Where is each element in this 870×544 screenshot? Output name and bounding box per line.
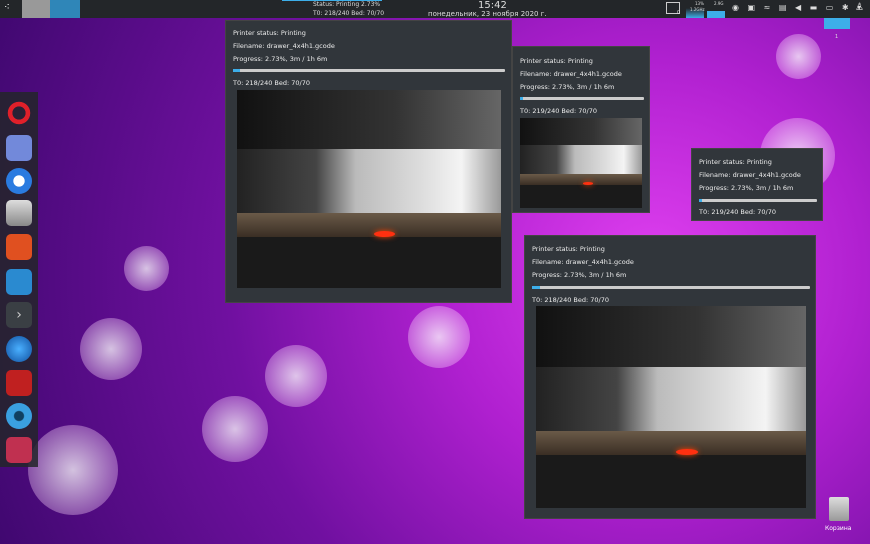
webcam-image bbox=[237, 90, 501, 288]
status-line2: T0: 218/240 Bed: 70/70 bbox=[313, 10, 385, 17]
file-manager-icon[interactable] bbox=[6, 269, 32, 295]
terminal-icon[interactable]: › bbox=[6, 302, 32, 328]
progress-text: Progress: 2.73%, 3m / 1h 6m bbox=[532, 271, 627, 279]
cpu-freq: 1.2GHz bbox=[690, 7, 705, 12]
pager-desktop-2[interactable] bbox=[50, 0, 80, 18]
filename: Filename: drawer_4x4h1.gcode bbox=[532, 258, 634, 266]
printer-status: Printer status: Printing bbox=[532, 245, 605, 253]
pager-indicator[interactable] bbox=[824, 18, 850, 29]
webcam-icon[interactable] bbox=[6, 403, 32, 429]
progress-bar bbox=[233, 69, 505, 72]
webcam-image bbox=[520, 118, 642, 208]
progress-bar bbox=[532, 286, 810, 289]
thunderbird-icon[interactable] bbox=[6, 168, 32, 194]
printer-widget-4: Printer status: Printing Filename: drawe… bbox=[524, 235, 816, 519]
trash-icon[interactable] bbox=[829, 497, 849, 521]
filezilla-icon[interactable] bbox=[6, 370, 32, 396]
temperatures: T0: 218/240 Bed: 70/70 bbox=[532, 296, 610, 304]
app-launcher-icon[interactable]: ⁖ bbox=[4, 2, 10, 13]
printer-widget-2: Printer status: Printing Filename: drawe… bbox=[512, 46, 650, 213]
filename: Filename: drawer_4x4h1.gcode bbox=[699, 171, 801, 179]
opera-icon[interactable] bbox=[6, 100, 32, 126]
tray-icons[interactable]: ◉ ▣ ≈ ▤ ◀ ▬ ▭ ✱ ▾ bbox=[732, 3, 864, 12]
trash-label[interactable]: Корзина bbox=[825, 525, 851, 532]
filename: Filename: drawer_4x4h1.gcode bbox=[520, 70, 622, 78]
dock: › bbox=[0, 92, 38, 467]
mail-count: 0 bbox=[677, 10, 681, 16]
printer-status: Printer status: Printing bbox=[233, 29, 306, 37]
discord-icon[interactable] bbox=[6, 135, 32, 161]
temperatures: T0: 218/240 Bed: 70/70 bbox=[233, 79, 311, 87]
app-blue-icon[interactable] bbox=[6, 336, 32, 362]
memory-label: 2.9G bbox=[714, 1, 724, 6]
printer-status: Printer status: Printing bbox=[520, 57, 593, 65]
downloader-icon[interactable] bbox=[6, 200, 32, 226]
printer-widget-3: Printer status: Printing Filename: drawe… bbox=[691, 148, 823, 221]
status-line1: Status: Printing 2.73% bbox=[313, 1, 381, 8]
temperatures: T0: 219/240 Bed: 70/70 bbox=[520, 107, 598, 115]
memory-graph[interactable] bbox=[707, 11, 725, 18]
top-panel: ⁖ Status: Printing 2.73% T0: 218/240 Bed… bbox=[0, 0, 870, 18]
cpu-label: 13% bbox=[695, 1, 704, 6]
progress-text: Progress: 2.73%, 3m / 1h 6m bbox=[233, 55, 328, 63]
doublecmd-icon[interactable] bbox=[6, 234, 32, 260]
progress-text: Progress: 2.73%, 3m / 1h 6m bbox=[699, 184, 794, 192]
printer-widget-1: Printer status: Printing Filename: drawe… bbox=[225, 20, 512, 303]
temperatures: T0: 219/240 Bed: 70/70 bbox=[699, 208, 777, 216]
printer-status: Printer status: Printing bbox=[699, 158, 772, 166]
screenshot-icon[interactable] bbox=[6, 437, 32, 463]
progress-bar bbox=[699, 199, 817, 202]
clock-date[interactable]: понедельник, 23 ноября 2020 г. bbox=[428, 10, 547, 18]
pager-desktop-1[interactable] bbox=[22, 0, 50, 18]
progress-bar bbox=[520, 97, 644, 100]
progress-text: Progress: 2.73%, 3m / 1h 6m bbox=[520, 83, 615, 91]
user-icon[interactable]: ♙ bbox=[855, 2, 864, 13]
webcam-image bbox=[536, 306, 806, 508]
filename: Filename: drawer_4x4h1.gcode bbox=[233, 42, 335, 50]
pager-label: 1 bbox=[835, 34, 839, 40]
